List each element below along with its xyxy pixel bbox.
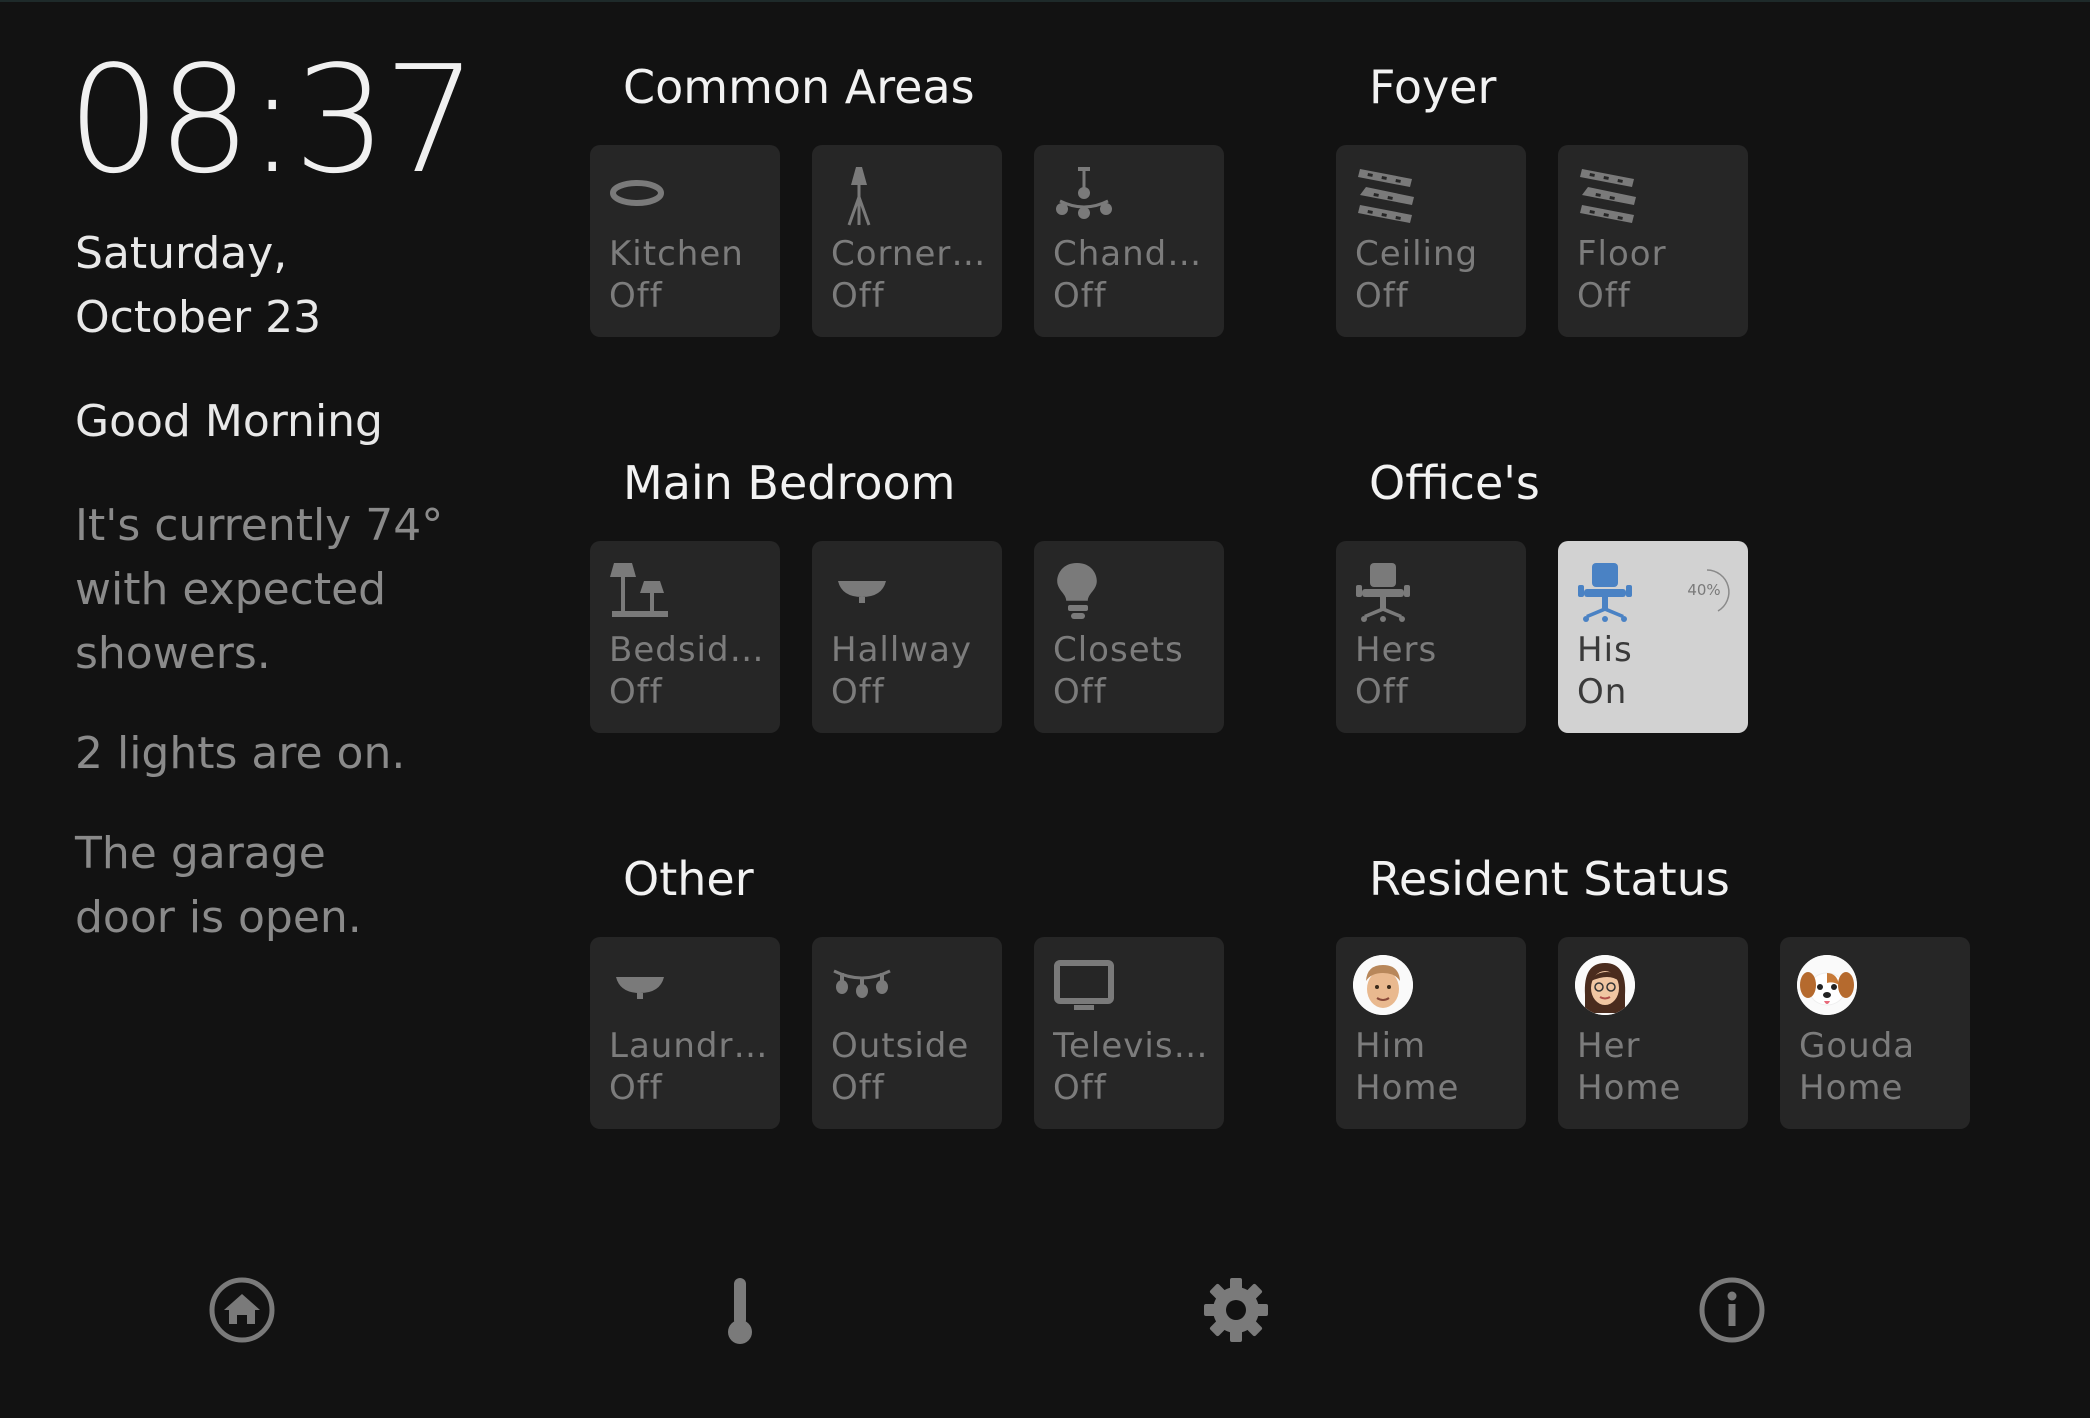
tile-laundry[interactable]: Laundry... Off [590,937,780,1129]
tile-gouda[interactable]: Gouda Home [1780,937,1970,1129]
tile-name: Kitchen [609,234,744,274]
tile-row: Him Home Her Home Gouda Home [1336,937,1970,1129]
tile-corner[interactable]: Corner ... Off [812,145,1002,337]
tile-name: His [1577,630,1633,670]
tile-name: Gouda [1799,1026,1916,1066]
section-title: Office's [1369,456,1540,510]
chandelier-icon [1056,167,1112,219]
tile-television[interactable]: Televisi... Off [1034,937,1224,1129]
tile-name: Bedside... [609,630,769,670]
television-icon [1054,960,1114,1010]
led-strip-icon [1358,169,1414,223]
tile-state: Off [1577,276,1631,316]
tile-his[interactable]: 40% His On [1558,541,1748,733]
tile-state: Off [831,672,885,712]
table-lamps-icon [610,563,668,617]
tile-name: Hers [1355,630,1438,670]
garage-summary: The garage door is open. [75,828,362,943]
office-chair-icon [1356,563,1410,622]
man-avatar [1353,955,1413,1015]
tile-row: Laundry... Off Outside Off Televisi... O… [590,937,1224,1129]
thermometer-icon [728,1278,752,1344]
tile-outside[interactable]: Outside Off [812,937,1002,1129]
tile-state: Off [1355,276,1409,316]
nav-climate-button[interactable] [700,1270,780,1350]
nav-home-button[interactable] [202,1270,282,1350]
tile-hallway[interactable]: Hallway Off [812,541,1002,733]
office-chair-icon [1578,563,1632,622]
lights-summary: 2 lights are on. [75,728,406,779]
tile-him[interactable]: Him Home [1336,937,1526,1129]
greeting: Good Morning [75,396,383,447]
tile-state: Home [1577,1068,1682,1108]
tile-chandelier[interactable]: Chandel... Off [1034,145,1224,337]
weather-summary: It's currently 74° with expected showers… [75,500,444,679]
tile-state: Off [831,1068,885,1108]
date: Saturday, October 23 [75,228,322,343]
tile-name: Hallway [831,630,973,670]
tile-row: Ceiling Off Floor Off [1336,145,1748,337]
tile-state: Off [609,276,663,316]
tile-state: Off [1053,672,1107,712]
section-title: Resident Status [1369,852,1730,906]
tile-name: Her [1577,1026,1641,1066]
tile-kitchen[interactable]: Kitchen Off [590,145,780,337]
tile-state: Off [1053,1068,1107,1108]
tile-row: Hers Off 40% His On [1336,541,1748,733]
ceiling-fixture-icon [616,977,664,999]
tile-row: Kitchen Off Corner ... Off Chandel... Of… [590,145,1224,337]
tile-state: Off [1053,276,1107,316]
dog-avatar [1797,955,1857,1015]
tile-floor[interactable]: Floor Off [1558,145,1748,337]
info-panel: 08:37 Saturday, October 23 Good Morning … [67,40,495,950]
tile-name: Corner ... [831,234,991,274]
section-title: Common Areas [623,60,975,114]
section-title: Other [623,852,754,906]
tile-name: Chandel... [1053,234,1213,274]
tile-row: Bedside... Off Hallway Off Closets Off [590,541,1224,733]
section-title: Main Bedroom [623,456,956,510]
ceiling-fixture-icon [838,581,886,603]
tile-state: Off [831,276,885,316]
tile-her[interactable]: Her Home [1558,937,1748,1129]
tile-state: Off [1355,672,1409,712]
tile-name: Televisi... [1053,1026,1213,1066]
section-title: Foyer [1369,60,1497,114]
tile-name: Laundry... [609,1026,769,1066]
tile-name: Floor [1577,234,1667,274]
floor-lamp-icon [847,167,871,226]
string-lights-icon [833,969,891,998]
tile-hers[interactable]: Hers Off [1336,541,1526,733]
tile-state: Off [609,672,663,712]
gear-icon [1204,1278,1268,1342]
woman-avatar [1575,955,1635,1015]
lightbulb-icon [1057,563,1097,619]
tile-state: On [1577,672,1628,712]
tile-state: Home [1799,1068,1904,1108]
tile-state: Home [1355,1068,1460,1108]
led-strip-icon [1580,169,1636,223]
nav-info-button[interactable] [1692,1270,1772,1350]
nav-settings-button[interactable] [1196,1270,1276,1350]
tile-name: Him [1355,1026,1427,1066]
tile-name: Outside [831,1026,970,1066]
brightness-indicator: 40% [1682,567,1732,617]
tile-ceiling[interactable]: Ceiling Off [1336,145,1526,337]
top-edge [0,0,2090,2]
home-icon [209,1277,275,1343]
tile-state: Off [609,1068,663,1108]
tile-name: Closets [1053,630,1184,670]
clock: 08:37 [67,34,478,206]
ceiling-light-icon [610,180,664,206]
tile-bedside[interactable]: Bedside... Off [590,541,780,733]
tile-closets[interactable]: Closets Off [1034,541,1224,733]
tile-name: Ceiling [1355,234,1479,274]
brightness-value: 40% [1687,581,1721,599]
info-icon [1699,1277,1765,1343]
